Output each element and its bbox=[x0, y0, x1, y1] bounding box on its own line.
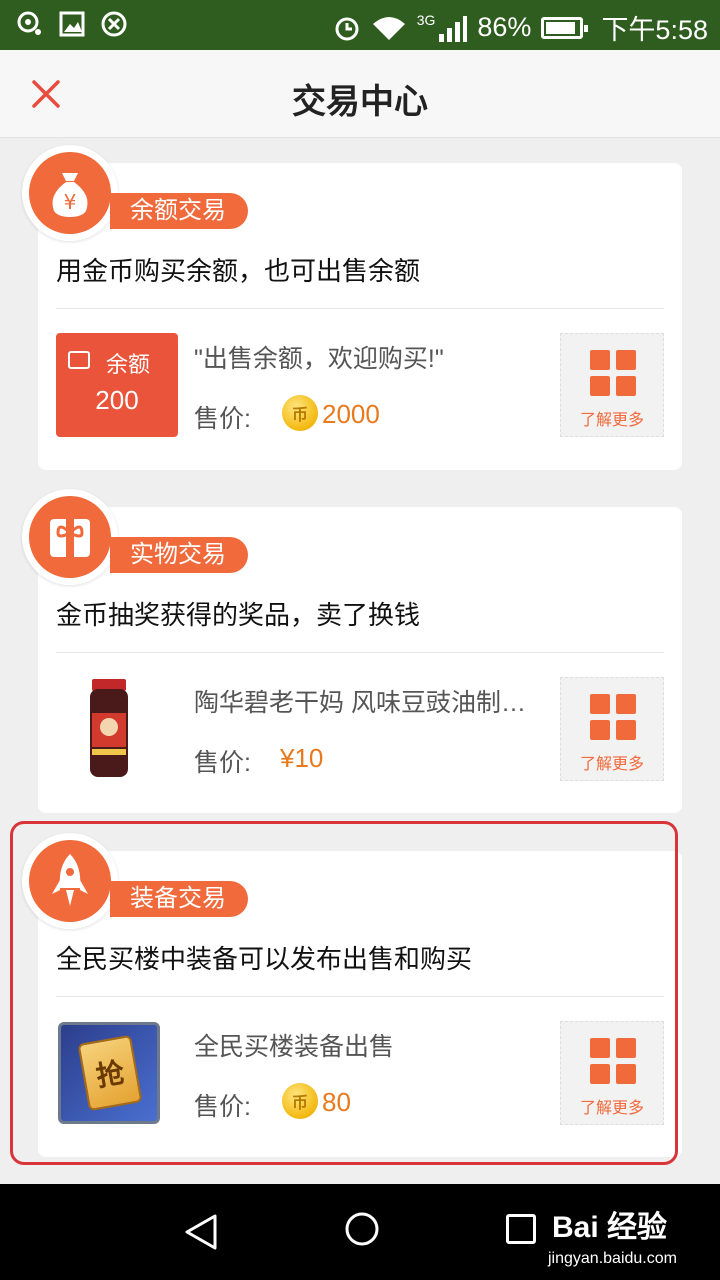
divider bbox=[56, 652, 664, 653]
price-value: ¥10 bbox=[280, 743, 324, 773]
grid-icon bbox=[590, 694, 636, 740]
learn-more-label: 了解更多 bbox=[579, 756, 644, 773]
learn-more-label: 了解更多 bbox=[579, 412, 644, 429]
sauce-jar-thumbnail[interactable] bbox=[84, 677, 134, 781]
balance-value: 200 bbox=[95, 385, 139, 415]
clock: 下午5:58 bbox=[601, 15, 708, 45]
location-icon bbox=[17, 11, 41, 35]
goods-trade-card[interactable]: 实物交易 金币抽奖获得的奖品，卖了换钱 陶华碧老干妈 风味豆豉油制辣… 售价: … bbox=[22, 489, 682, 813]
page-title: 交易中心 bbox=[292, 83, 428, 121]
gift-icon bbox=[50, 519, 90, 557]
highlight-frame bbox=[10, 821, 678, 1165]
price-label: 售价: bbox=[194, 749, 251, 777]
alarm-icon bbox=[335, 17, 359, 40]
price-label: 售价: bbox=[194, 405, 251, 433]
balance-thumbnail[interactable]: 余额 200 bbox=[56, 333, 178, 437]
back-icon[interactable] bbox=[181, 1212, 221, 1252]
app-header: 交易中心 bbox=[0, 50, 720, 138]
status-bar: 3G 86% 下午5:58 bbox=[0, 0, 720, 50]
signal-icon bbox=[439, 15, 468, 42]
balance-label: 余额 bbox=[106, 352, 151, 377]
wallet-icon bbox=[68, 351, 90, 369]
money-bag-icon: ¥ bbox=[52, 173, 88, 217]
learn-more-button[interactable]: 了解更多 bbox=[560, 333, 664, 437]
recent-apps-icon[interactable] bbox=[506, 1214, 536, 1244]
app-icon bbox=[101, 11, 127, 37]
image-icon bbox=[59, 11, 85, 37]
divider bbox=[56, 308, 664, 309]
card-description: 用金币购买余额，也可出售余额 bbox=[56, 256, 421, 286]
balance-trade-card[interactable]: ¥ 余额交易 用金币购买余额，也可出售余额 余额 200 "出售余额，欢迎购买!… bbox=[22, 145, 682, 470]
battery-icon bbox=[541, 16, 589, 39]
svg-text:¥: ¥ bbox=[64, 190, 77, 214]
network-type: 3G bbox=[416, 11, 436, 28]
badge bbox=[22, 489, 118, 585]
battery-percent: 86% bbox=[477, 12, 532, 42]
card-tag: 余额交易 bbox=[110, 193, 248, 229]
badge: ¥ bbox=[22, 145, 118, 241]
wifi-icon bbox=[372, 16, 405, 40]
learn-more-button[interactable]: 了解更多 bbox=[560, 677, 664, 781]
system-nav-bar: Bai 经验 jingyan.baidu.com bbox=[0, 1184, 720, 1280]
grid-icon bbox=[590, 350, 636, 396]
item-name[interactable]: "出售余额，欢迎购买!" bbox=[194, 339, 544, 375]
item-name[interactable]: 陶华碧老干妈 风味豆豉油制辣… bbox=[194, 683, 544, 719]
watermark: Bai 经验 bbox=[552, 1211, 668, 1244]
watermark-url: jingyan.baidu.com bbox=[548, 1250, 677, 1267]
home-icon[interactable] bbox=[344, 1211, 380, 1247]
card-description: 金币抽奖获得的奖品，卖了换钱 bbox=[56, 600, 421, 630]
coin-icon: 币 bbox=[282, 395, 318, 431]
card-tag: 实物交易 bbox=[110, 537, 248, 573]
price-value: 2000 bbox=[322, 399, 380, 429]
